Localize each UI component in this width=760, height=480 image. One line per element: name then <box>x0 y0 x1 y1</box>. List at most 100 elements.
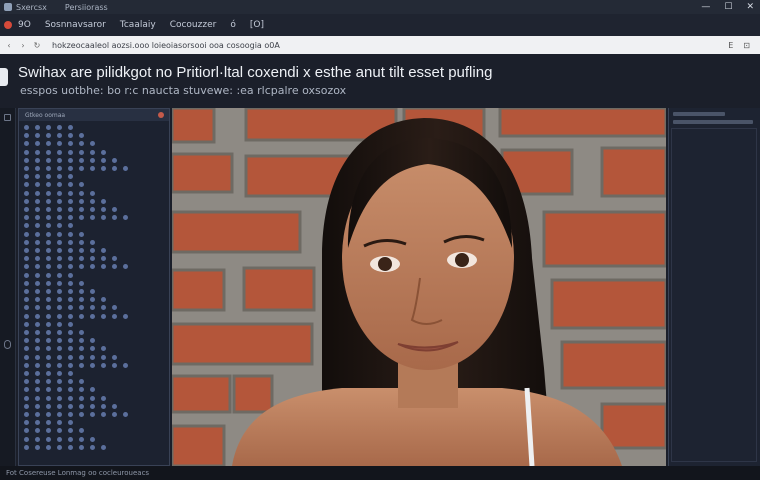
thumbnail-dot[interactable] <box>57 289 62 294</box>
thumbnail-dot[interactable] <box>24 182 29 188</box>
thumbnail-dot[interactable] <box>24 428 29 434</box>
thumbnail-dot[interactable] <box>24 223 29 229</box>
thumbnail-dot[interactable] <box>35 387 40 393</box>
thumbnail-dot[interactable] <box>35 272 40 278</box>
thumbnail-dot[interactable] <box>90 313 95 319</box>
tab-2[interactable]: Sosnnavsaror <box>45 20 106 30</box>
thumbnail-dot[interactable] <box>24 289 29 294</box>
thumbnail-dot[interactable] <box>101 412 106 417</box>
thumbnail-dot[interactable] <box>24 133 29 139</box>
thumbnail-dot[interactable] <box>79 436 84 442</box>
thumbnail-dot[interactable] <box>90 141 95 147</box>
thumbnail-dot[interactable] <box>101 403 106 409</box>
thumbnail-dot[interactable] <box>68 231 73 237</box>
thumbnail-dot[interactable] <box>68 313 73 319</box>
thumbnail-dot[interactable] <box>35 321 40 327</box>
thumbnail-dot[interactable] <box>35 395 40 401</box>
thumbnail-dot[interactable] <box>57 420 62 426</box>
thumbnail-dot[interactable] <box>90 305 95 311</box>
thumbnail-dot[interactable] <box>57 395 62 401</box>
thumbnail-dot[interactable] <box>79 354 84 360</box>
thumbnail-dot[interactable] <box>101 297 106 303</box>
thumbnail-dot[interactable] <box>68 198 73 204</box>
thumbnail-dot[interactable] <box>123 362 128 368</box>
thumbnail-dot[interactable] <box>24 174 29 180</box>
thumbnail-dot[interactable] <box>57 305 62 311</box>
thumbnail-dot[interactable] <box>79 395 84 401</box>
thumbnail-dot[interactable] <box>24 354 29 360</box>
thumbnail-dot[interactable] <box>101 346 106 352</box>
thumbnail-dot[interactable] <box>35 297 40 303</box>
thumbnail-dot[interactable] <box>35 182 40 188</box>
thumbnail-dot[interactable] <box>35 338 40 344</box>
thumbnail-dot[interactable] <box>112 157 117 163</box>
thumbnail-dot[interactable] <box>68 125 73 130</box>
thumbnail-dot[interactable] <box>101 395 106 401</box>
minimize-button[interactable]: — <box>701 2 710 12</box>
thumbnail-dot[interactable] <box>24 149 29 155</box>
thumbnail-dot[interactable] <box>68 207 73 212</box>
thumbnail-dot[interactable] <box>68 436 73 442</box>
thumbnail-dot[interactable] <box>57 239 62 245</box>
thumbnail-dot[interactable] <box>24 141 29 147</box>
thumbnail-dot[interactable] <box>57 125 62 130</box>
thumbnail-dot[interactable] <box>57 338 62 344</box>
thumbnail-dot[interactable] <box>24 305 29 311</box>
thumbnail-dot[interactable] <box>46 198 51 204</box>
thumbnail-dot[interactable] <box>24 190 29 196</box>
thumbnail-dot[interactable] <box>123 215 128 221</box>
thumbnail-dot[interactable] <box>123 412 128 417</box>
thumbnail-dot[interactable] <box>24 412 29 417</box>
thumbnail-dot[interactable] <box>35 330 40 335</box>
thumbnail-dot[interactable] <box>46 248 51 253</box>
thumbnail-dot[interactable] <box>57 215 62 221</box>
thumbnail-dot[interactable] <box>46 428 51 434</box>
thumbnail-dot[interactable] <box>57 133 62 139</box>
thumbnail-dot[interactable] <box>57 313 62 319</box>
thumbnail-dot[interactable] <box>46 190 51 196</box>
thumbnail-dot[interactable] <box>46 231 51 237</box>
thumbnail-dot[interactable] <box>68 428 73 434</box>
thumbnail-dot[interactable] <box>57 198 62 204</box>
thumbnail-dot[interactable] <box>57 272 62 278</box>
thumbnail-dot[interactable] <box>57 207 62 212</box>
thumbnail-dot[interactable] <box>79 239 84 245</box>
thumbnail-dot[interactable] <box>57 346 62 352</box>
thumbnail-dot[interactable] <box>46 420 51 426</box>
thumbnail-dot[interactable] <box>24 166 29 171</box>
thumbnail-dot[interactable] <box>24 248 29 253</box>
thumbnail-dot[interactable] <box>112 412 117 417</box>
thumbnail-dot[interactable] <box>68 362 73 368</box>
thumbnail-dot[interactable] <box>90 444 95 450</box>
thumbnail-dot[interactable] <box>57 174 62 180</box>
thumbnail-dot[interactable] <box>79 141 84 147</box>
thumbnail-dot[interactable] <box>79 264 84 270</box>
thumbnail-dot[interactable] <box>90 207 95 212</box>
thumbnail-dot[interactable] <box>79 231 84 237</box>
thumbnail-dot[interactable] <box>90 248 95 253</box>
thumbnail-dot[interactable] <box>46 330 51 335</box>
tab-4[interactable]: Cocouzzer <box>170 20 217 30</box>
thumbnail-dot[interactable] <box>79 412 84 417</box>
forward-icon[interactable]: › <box>18 41 28 50</box>
thumbnail-dot[interactable] <box>35 412 40 417</box>
thumbnail-dot[interactable] <box>24 157 29 163</box>
thumbnail-dot[interactable] <box>24 297 29 303</box>
thumbnail-dot[interactable] <box>68 321 73 327</box>
thumbnail-dot[interactable] <box>35 174 40 180</box>
thumbnail-dot[interactable] <box>90 256 95 262</box>
thumbnail-dot[interactable] <box>35 444 40 450</box>
thumbnail-dot[interactable] <box>68 182 73 188</box>
thumbnail-dot[interactable] <box>35 149 40 155</box>
thumbnail-dot[interactable] <box>46 346 51 352</box>
thumbnail-dot[interactable] <box>35 403 40 409</box>
thumbnail-dot[interactable] <box>24 239 29 245</box>
thumbnail-dot[interactable] <box>57 182 62 188</box>
rail-tool-icon[interactable] <box>4 114 11 121</box>
thumbnail-dot[interactable] <box>90 346 95 352</box>
thumbnail-dot[interactable] <box>90 412 95 417</box>
thumbnail-dot[interactable] <box>101 354 106 360</box>
thumbnail-dot[interactable] <box>35 313 40 319</box>
thumbnail-dot[interactable] <box>79 166 84 171</box>
thumbnail-dot[interactable] <box>57 141 62 147</box>
